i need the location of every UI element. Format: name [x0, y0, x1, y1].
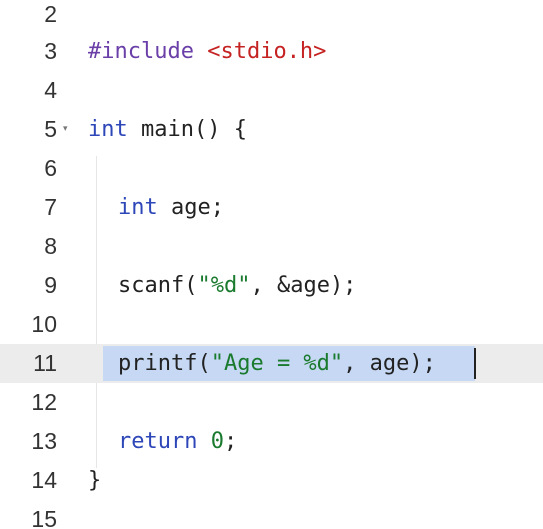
- code-editor[interactable]: 2 3 #include <stdio.h> 4 5 ▾ int main() …: [0, 0, 543, 529]
- line-number[interactable]: 14: [0, 461, 57, 500]
- keyword-token: return: [118, 429, 198, 454]
- function-token: printf(: [118, 351, 211, 376]
- keyword-token: int: [88, 117, 128, 142]
- code-token: age;: [157, 195, 224, 220]
- line-number[interactable]: 6: [0, 149, 57, 188]
- code-line[interactable]: 10: [0, 305, 543, 344]
- header-token: <stdio.h>: [207, 39, 327, 64]
- line-number[interactable]: 5: [0, 110, 57, 149]
- code-line[interactable]: 9 scanf("%d", &age);: [0, 266, 543, 305]
- line-number[interactable]: 8: [0, 227, 57, 266]
- code-text[interactable]: scanf("%d", &age);: [118, 266, 356, 305]
- line-number[interactable]: 13: [0, 422, 57, 461]
- code-text[interactable]: return 0;: [118, 422, 237, 461]
- line-number[interactable]: 7: [0, 188, 57, 227]
- line-number[interactable]: 3: [0, 32, 57, 71]
- line-number[interactable]: 12: [0, 383, 57, 422]
- line-number[interactable]: 11: [0, 344, 57, 383]
- code-line[interactable]: 2: [0, 0, 543, 34]
- active-code-line[interactable]: 11 printf("Age = %d", age);: [0, 344, 543, 383]
- function-token: scanf(: [118, 273, 198, 298]
- code-text[interactable]: printf("Age = %d", age);: [118, 344, 436, 383]
- code-line[interactable]: 13 return 0;: [0, 422, 543, 461]
- code-text[interactable]: int main() {: [88, 110, 247, 149]
- code-line[interactable]: 7 int age;: [0, 188, 543, 227]
- code-line[interactable]: 12: [0, 383, 543, 422]
- code-line[interactable]: 8: [0, 227, 543, 266]
- code-text[interactable]: int age;: [118, 188, 224, 227]
- line-number[interactable]: 15: [0, 500, 57, 529]
- code-line[interactable]: 6: [0, 149, 543, 188]
- code-token: , &age);: [250, 273, 357, 298]
- number-token: 0: [210, 429, 224, 454]
- code-line[interactable]: 3 #include <stdio.h>: [0, 32, 543, 71]
- string-token: "%d": [197, 273, 251, 298]
- fold-toggle-icon[interactable]: ▾: [63, 110, 68, 149]
- line-number[interactable]: 2: [0, 0, 57, 34]
- closing-brace-token: }: [88, 468, 102, 493]
- code-text[interactable]: }: [88, 461, 101, 500]
- keyword-token: int: [118, 195, 158, 220]
- code-text[interactable]: #include <stdio.h>: [88, 32, 326, 71]
- code-token: , age);: [343, 351, 436, 376]
- code-line[interactable]: 5 ▾ int main() {: [0, 110, 543, 149]
- line-number[interactable]: 9: [0, 266, 57, 305]
- text-cursor: [474, 348, 476, 379]
- line-number[interactable]: 10: [0, 305, 57, 344]
- code-token: main() {: [127, 117, 247, 142]
- string-token: "Age = %d": [210, 351, 344, 376]
- code-line[interactable]: 14 }: [0, 461, 543, 500]
- code-line[interactable]: 4: [0, 71, 543, 110]
- code-token: ;: [223, 429, 238, 454]
- code-line[interactable]: 15: [0, 500, 543, 529]
- line-number[interactable]: 4: [0, 71, 57, 110]
- preprocessor-token: #include: [88, 39, 194, 64]
